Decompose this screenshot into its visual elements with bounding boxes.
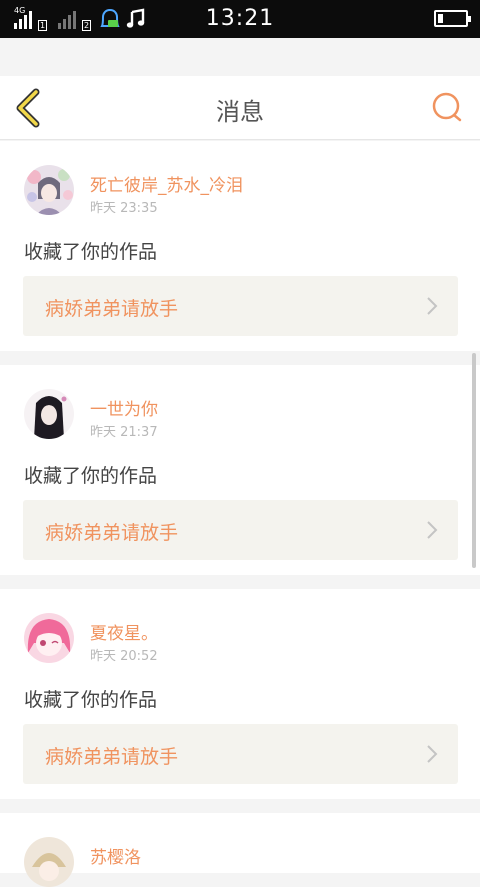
username[interactable]: 一世为你 [90, 395, 158, 420]
clock: 13:21 [205, 6, 275, 31]
timestamp: 昨天 20:52 [90, 649, 158, 664]
chevron-right-icon [427, 297, 438, 315]
search-icon [432, 92, 462, 122]
status-bar: 4G 1 2 13:21 [0, 0, 480, 38]
chevron-right-icon [427, 521, 438, 539]
avatar[interactable] [24, 389, 74, 439]
username[interactable]: 夏夜星。 [90, 619, 158, 644]
chevron-right-icon [427, 745, 438, 763]
work-title: 病娇弟弟请放手 [45, 298, 179, 320]
message-card: 一世为你 昨天 21:37 收藏了你的作品 病娇弟弟请放手 [0, 365, 480, 575]
work-title: 病娇弟弟请放手 [45, 522, 179, 544]
page-title: 消息 [216, 98, 264, 126]
action-text: 收藏了你的作品 [24, 241, 158, 263]
avatar[interactable] [24, 613, 74, 663]
message-list: 死亡彼岸_苏水_冷泪 昨天 23:35 收藏了你的作品 病娇弟弟请放手 一世为你… [0, 141, 480, 887]
work-link[interactable]: 病娇弟弟请放手 [23, 724, 458, 784]
search-button[interactable] [428, 88, 468, 128]
scrollbar[interactable] [472, 353, 476, 568]
timestamp: 昨天 21:37 [90, 425, 158, 440]
message-card: 夏夜星。 昨天 20:52 收藏了你的作品 病娇弟弟请放手 [0, 589, 480, 799]
timestamp: 昨天 23:35 [90, 201, 158, 216]
battery-icon [434, 10, 471, 27]
avatar[interactable] [24, 165, 74, 215]
work-link[interactable]: 病娇弟弟请放手 [23, 276, 458, 336]
work-title: 病娇弟弟请放手 [45, 746, 179, 768]
message-card: 死亡彼岸_苏水_冷泪 昨天 23:35 收藏了你的作品 病娇弟弟请放手 [0, 141, 480, 351]
action-text: 收藏了你的作品 [24, 689, 158, 711]
username[interactable]: 苏樱洛 [90, 843, 141, 868]
work-link[interactable]: 病娇弟弟请放手 [23, 500, 458, 560]
username[interactable]: 死亡彼岸_苏水_冷泪 [90, 171, 243, 196]
message-card: 苏樱洛 [0, 813, 480, 887]
action-text: 收藏了你的作品 [24, 465, 158, 487]
avatar[interactable] [24, 837, 74, 887]
nav-header: 消息 [0, 76, 480, 140]
top-spacer [0, 38, 480, 76]
